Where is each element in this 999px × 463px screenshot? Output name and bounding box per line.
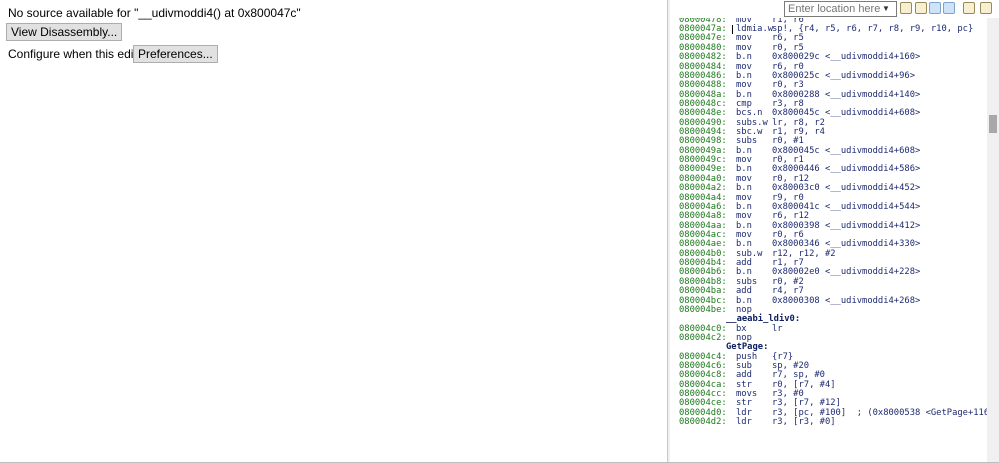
disassembly-row[interactable]: 080004be: nop (670, 304, 988, 315)
instruction-operands: 0x8000308 <__udivmoddi4+268> (772, 295, 921, 306)
instruction-address: 080004c2: (679, 332, 727, 343)
instruction-address: 080004be: (679, 304, 727, 315)
refresh-icon[interactable] (963, 2, 975, 14)
disassembly-listing[interactable]: 08000476:movsr6, #008000478:movr1, r6080… (670, 0, 999, 428)
instruction-operands: r3, [r3, #0] (772, 417, 836, 428)
instruction-address: 080004d2: (679, 417, 727, 428)
disassembly-row[interactable]: 080004d2: ldr r3, [r3, #0] (670, 417, 988, 428)
disassembly-scrollbar[interactable] (987, 18, 999, 462)
view-disassembly-button[interactable]: View Disassembly... (6, 23, 123, 41)
instruction-opcode: ldr (736, 417, 752, 428)
disassembly-row[interactable]: 080004c2: nop (670, 332, 988, 343)
view-menu-icon[interactable] (980, 2, 992, 14)
preferences-button[interactable]: Preferences... (133, 45, 218, 63)
instruction-operands: lr (772, 323, 783, 334)
link-with-editor-icon[interactable] (915, 2, 927, 14)
goto-address-icon[interactable] (900, 2, 912, 14)
scrollbar-thumb[interactable] (989, 115, 997, 133)
disassembly-toolbar: ▼ (670, 0, 999, 18)
current-line-marker (732, 25, 733, 35)
chevron-down-icon[interactable]: ▼ (881, 2, 891, 16)
show-source-icon[interactable] (929, 2, 941, 14)
disassembly-panel: 08000476:movsr6, #008000478:movr1, r6080… (670, 0, 999, 462)
no-source-message: No source available for "__udivmoddi4() … (8, 6, 301, 20)
show-symbols-icon[interactable] (943, 2, 955, 14)
source-editor-panel: No source available for "__udivmoddi4() … (0, 0, 668, 462)
